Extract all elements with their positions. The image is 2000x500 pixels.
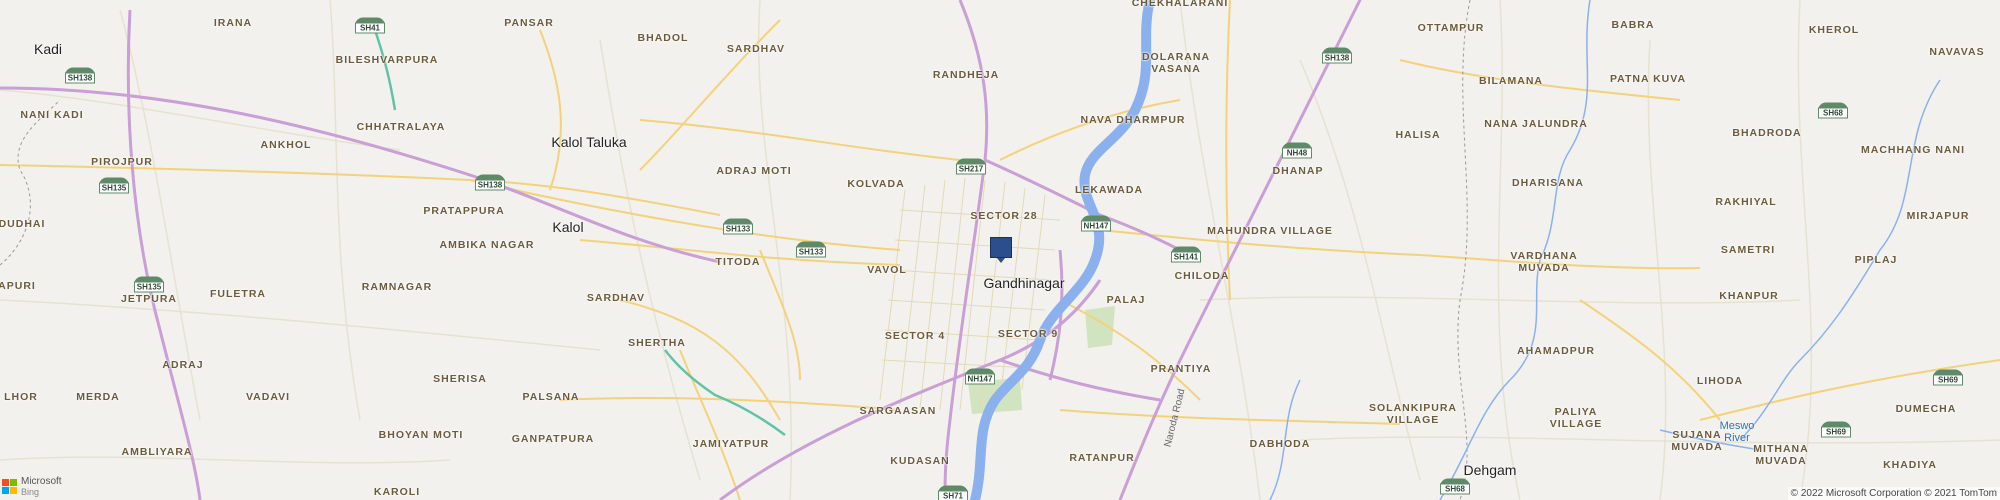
highway-shield: SH133 [796,241,826,259]
highway-shield: SH41 [355,17,385,35]
highway-shield: SH69 [1821,421,1851,439]
highway-shield: SH141 [1171,246,1201,264]
highway-shield: SH68 [1818,102,1848,120]
highway-shield: NH147 [965,368,995,386]
logo-text: Microsoft [21,476,62,487]
highway-shield: NH48 [1282,142,1312,160]
highway-shield: SH133 [723,218,753,236]
map-attribution: © 2022 Microsoft Corporation © 2021 TomT… [1787,487,2000,500]
highway-shield: SH138 [475,174,505,192]
highway-shield: SH217 [956,158,986,176]
highway-shield: SH135 [99,177,129,195]
location-pin-icon[interactable] [990,237,1012,263]
logo-subtext: Bing [21,487,40,497]
map-canvas[interactable]: Kadi Kalol Taluka Kalol Gandhinagar Dehg… [0,0,2000,500]
highway-shield: SH69 [1933,369,1963,387]
highway-shield: SH71 [938,485,968,500]
highway-shield: SH68 [1440,478,1470,496]
highway-shield: SH135 [134,276,164,294]
highway-shield: NH147 [1081,215,1111,233]
highway-shield: SH138 [65,67,95,85]
highway-shield: SH138 [1322,47,1352,65]
